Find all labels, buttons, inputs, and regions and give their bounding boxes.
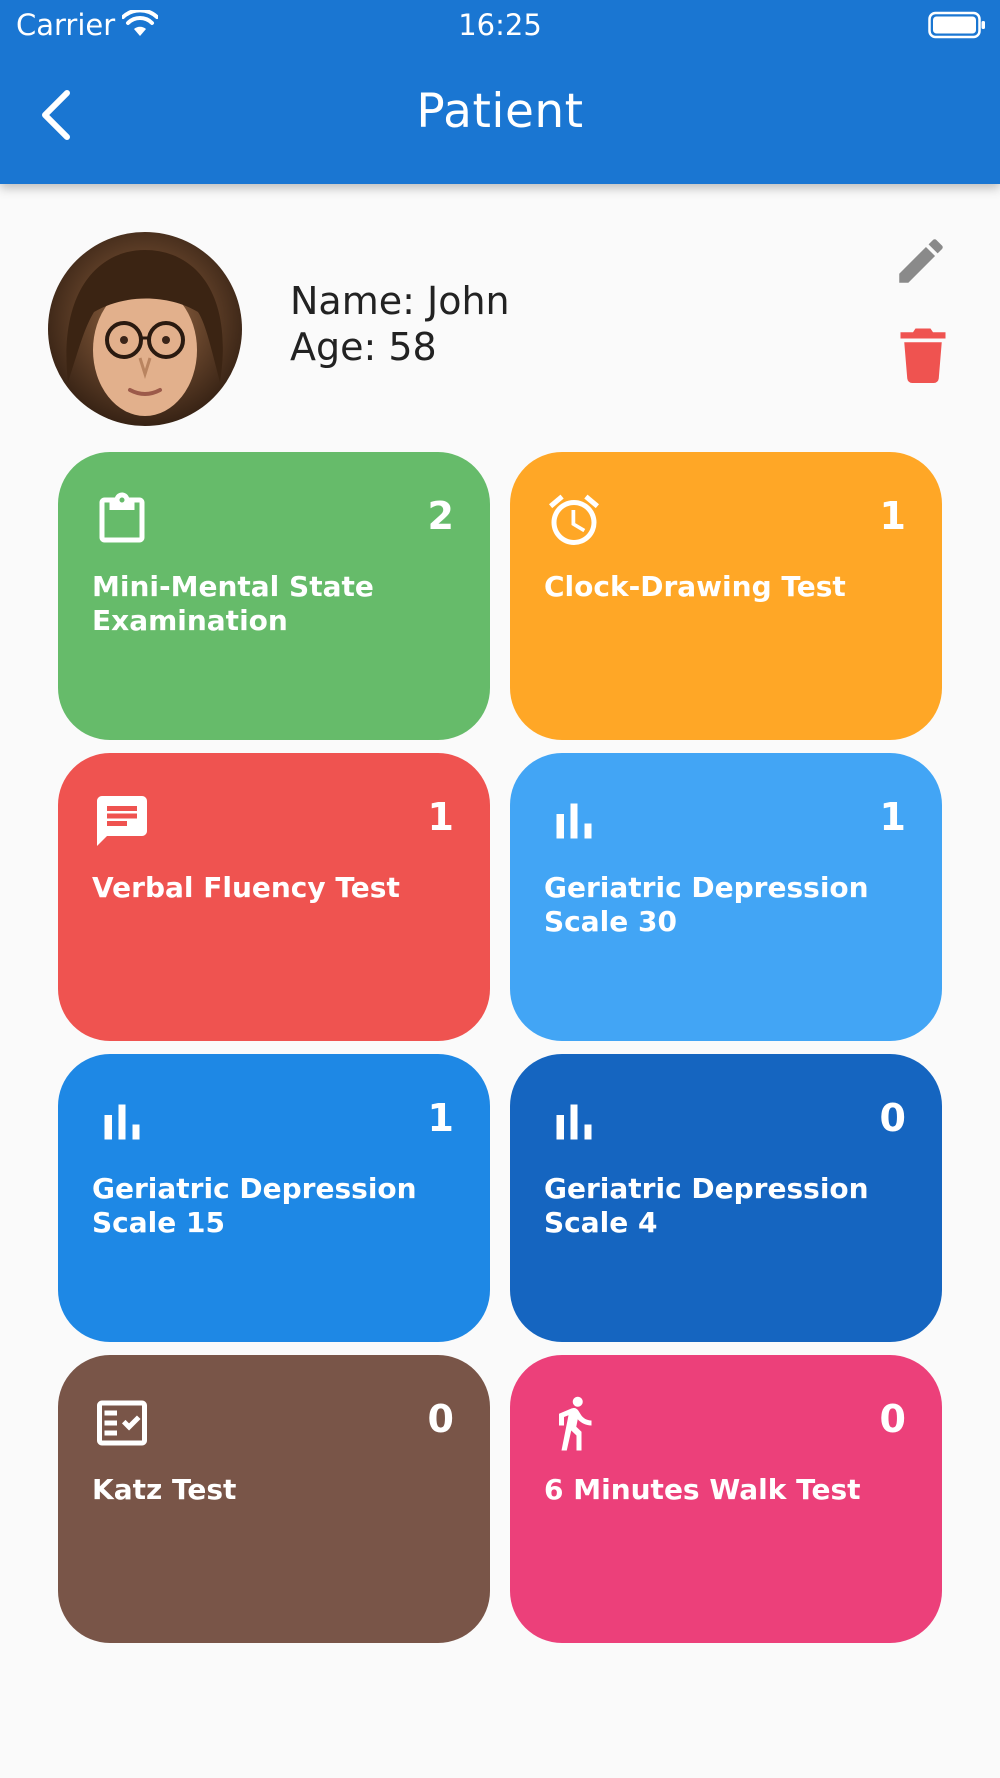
walking-person-icon — [559, 1396, 592, 1451]
test-card-6mwt[interactable]: 0 6 Minutes Walk Test — [510, 1355, 942, 1643]
test-count: 1 — [427, 1096, 454, 1140]
test-card-verbal-fluency[interactable]: 1 Verbal Fluency Test — [58, 753, 490, 1041]
page-title: Patient — [416, 84, 584, 139]
chat-message-icon — [97, 796, 147, 846]
app-bar: Carrier 16:25 Patient — [0, 0, 1000, 184]
test-card-gds-4[interactable]: 0 Geriatric Depression Scale 4 — [510, 1054, 942, 1342]
patient-photo — [48, 232, 242, 426]
test-label: Katz Test — [92, 1473, 237, 1506]
test-label: 6 Minutes Walk Test — [544, 1473, 861, 1506]
status-bar: Carrier 16:25 — [0, 0, 1000, 50]
test-label: Geriatric Depression Scale 4 — [544, 1172, 869, 1239]
test-count: 0 — [427, 1397, 454, 1441]
bar-chart-icon — [556, 1104, 592, 1140]
test-card-gds-30[interactable]: 1 Geriatric Depression Scale 30 — [510, 753, 942, 1041]
test-label: Mini-Mental State Examination — [92, 570, 374, 637]
test-card-gds-15[interactable]: 1 Geriatric Depression Scale 15 — [58, 1054, 490, 1342]
test-label: Geriatric Depression Scale 15 — [92, 1172, 417, 1239]
pencil-icon — [899, 239, 943, 283]
test-label: Geriatric Depression Scale 30 — [544, 871, 869, 938]
test-count: 1 — [427, 795, 454, 839]
test-count: 2 — [427, 494, 454, 538]
test-label: Clock-Drawing Test — [544, 570, 846, 603]
checklist-icon — [97, 1400, 147, 1446]
status-time: 16:25 — [458, 8, 542, 42]
test-card-katz[interactable]: 0 Katz Test — [58, 1355, 490, 1643]
bar-chart-icon — [556, 803, 592, 839]
bar-chart-icon — [104, 1104, 140, 1140]
trash-icon — [900, 328, 946, 384]
patient-name: Name: John — [290, 279, 510, 323]
alarm-clock-icon — [549, 494, 599, 545]
test-count: 0 — [879, 1096, 906, 1140]
test-count: 0 — [879, 1397, 906, 1441]
test-label: Verbal Fluency Test — [92, 871, 400, 904]
edit-button[interactable] — [892, 232, 950, 290]
patient-avatar — [48, 232, 242, 426]
patient-info: Name: John Age: 58 — [290, 278, 510, 370]
patient-age: Age: 58 — [290, 325, 437, 369]
test-card-mmse[interactable]: 2 Mini-Mental State Examination — [58, 452, 490, 740]
battery-icon — [928, 11, 985, 39]
test-count: 1 — [879, 795, 906, 839]
test-count: 1 — [879, 494, 906, 538]
clipboard-icon — [99, 492, 145, 543]
test-card-clock-drawing[interactable]: 1 Clock-Drawing Test — [510, 452, 942, 740]
delete-button[interactable] — [898, 328, 948, 384]
